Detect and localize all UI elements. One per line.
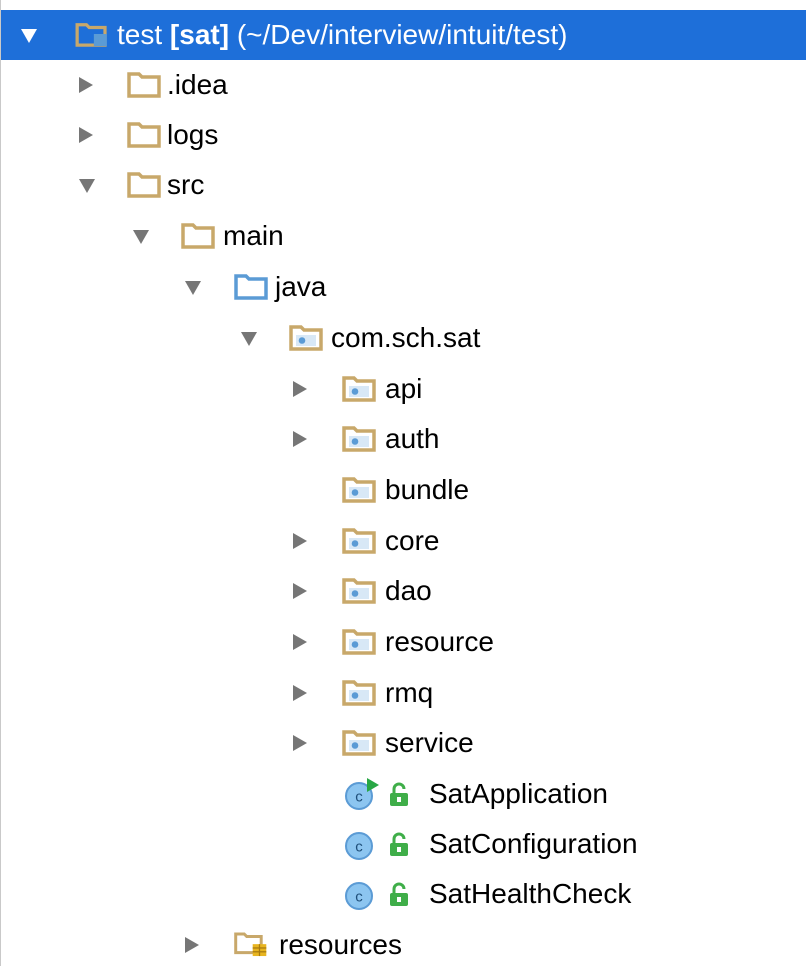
tree-item-sat-health-check[interactable]: c SatHealthCheck bbox=[1, 869, 806, 919]
tree-root-label: test [sat] (~/Dev/interview/intuit/test) bbox=[117, 19, 568, 50]
folder-icon bbox=[127, 172, 161, 198]
public-lock-icon bbox=[390, 832, 408, 856]
tree-item-api[interactable]: api bbox=[1, 364, 806, 414]
expand-arrow-icon[interactable] bbox=[185, 937, 199, 953]
tree-item-label: SatHealthCheck bbox=[429, 878, 632, 909]
package-folder-icon bbox=[342, 528, 376, 554]
expand-arrow-icon[interactable] bbox=[79, 77, 93, 93]
tree-root-row[interactable]: test [sat] (~/Dev/interview/intuit/test) bbox=[1, 10, 806, 60]
tree-item-label: java bbox=[275, 271, 327, 302]
tree-item-bundle[interactable]: bundle bbox=[1, 465, 806, 515]
expand-arrow-icon[interactable] bbox=[293, 381, 307, 397]
class-icon: c bbox=[345, 832, 373, 860]
tree-item-label: SatConfiguration bbox=[429, 828, 638, 859]
expand-arrow-icon[interactable] bbox=[293, 583, 307, 599]
expand-arrow-icon[interactable] bbox=[79, 179, 95, 193]
tree-item-service[interactable]: service bbox=[1, 718, 806, 768]
folder-icon bbox=[181, 223, 215, 249]
tree-item-rmq[interactable]: rmq bbox=[1, 668, 806, 718]
tree-item-resource[interactable]: resource bbox=[1, 617, 806, 667]
tree-item-sat-application[interactable]: c SatApplication bbox=[1, 769, 806, 819]
source-root-folder-icon bbox=[234, 274, 268, 300]
tree-item-label: resource bbox=[385, 626, 494, 657]
tree-item-auth[interactable]: auth bbox=[1, 414, 806, 464]
tree-item-main[interactable]: main bbox=[1, 211, 806, 261]
package-folder-icon bbox=[342, 680, 376, 706]
svg-text:c: c bbox=[355, 889, 363, 906]
svg-text:c: c bbox=[355, 839, 363, 856]
svg-text:c: c bbox=[355, 789, 363, 806]
project-tree: test [sat] (~/Dev/interview/intuit/test)… bbox=[0, 0, 806, 966]
tree-item-core[interactable]: core bbox=[1, 516, 806, 566]
package-folder-icon bbox=[342, 629, 376, 655]
tree-item-logs[interactable]: logs bbox=[1, 110, 806, 160]
tree-item-label: com.sch.sat bbox=[331, 322, 481, 353]
expand-arrow-icon[interactable] bbox=[293, 685, 307, 701]
expand-arrow-icon[interactable] bbox=[133, 230, 149, 244]
tree-item-label: resources bbox=[279, 929, 402, 960]
folder-icon bbox=[127, 122, 161, 148]
tree-item-label: logs bbox=[167, 119, 219, 150]
tree-item-label: dao bbox=[385, 575, 432, 606]
tree-item-idea[interactable]: .idea bbox=[1, 60, 806, 110]
tree-item-label: .idea bbox=[167, 69, 228, 100]
public-lock-icon bbox=[390, 882, 408, 906]
class-icon: c bbox=[345, 882, 373, 910]
tree-item-label: src bbox=[167, 169, 205, 200]
expand-arrow-icon[interactable] bbox=[293, 634, 307, 650]
tree-item-label: core bbox=[385, 525, 440, 556]
tree-item-src[interactable]: src bbox=[1, 160, 806, 210]
tree-item-label: main bbox=[223, 220, 284, 251]
expand-arrow-icon[interactable] bbox=[21, 29, 37, 43]
expand-arrow-icon[interactable] bbox=[293, 431, 307, 447]
expand-arrow-icon[interactable] bbox=[185, 281, 201, 295]
tree-item-resources[interactable]: resources bbox=[1, 920, 806, 970]
package-folder-icon bbox=[289, 325, 323, 351]
tree-item-dao[interactable]: dao bbox=[1, 566, 806, 616]
public-lock-icon bbox=[390, 782, 408, 806]
expand-arrow-icon[interactable] bbox=[293, 735, 307, 751]
package-folder-icon bbox=[342, 730, 376, 756]
tree-item-com-sch-sat[interactable]: com.sch.sat bbox=[1, 313, 806, 363]
resources-root-folder-icon bbox=[234, 932, 267, 957]
tree-item-label: rmq bbox=[385, 677, 434, 708]
module-folder-icon bbox=[75, 23, 107, 47]
tree-item-label: service bbox=[385, 727, 474, 758]
tree-item-label: bundle bbox=[385, 474, 470, 505]
expand-arrow-icon[interactable] bbox=[293, 533, 307, 549]
runnable-class-icon: c bbox=[345, 778, 379, 810]
package-folder-icon bbox=[342, 578, 376, 604]
package-folder-icon bbox=[342, 477, 376, 503]
expand-arrow-icon[interactable] bbox=[241, 332, 257, 346]
tree-item-label: SatApplication bbox=[429, 778, 609, 809]
tree-item-java[interactable]: java bbox=[1, 262, 806, 312]
package-folder-icon bbox=[342, 376, 376, 402]
package-folder-icon bbox=[342, 426, 376, 452]
expand-arrow-icon[interactable] bbox=[79, 127, 93, 143]
folder-icon bbox=[127, 72, 161, 98]
tree-item-sat-configuration[interactable]: c SatConfiguration bbox=[1, 819, 806, 869]
tree-item-label: api bbox=[385, 373, 423, 404]
tree-item-label: auth bbox=[385, 423, 440, 454]
